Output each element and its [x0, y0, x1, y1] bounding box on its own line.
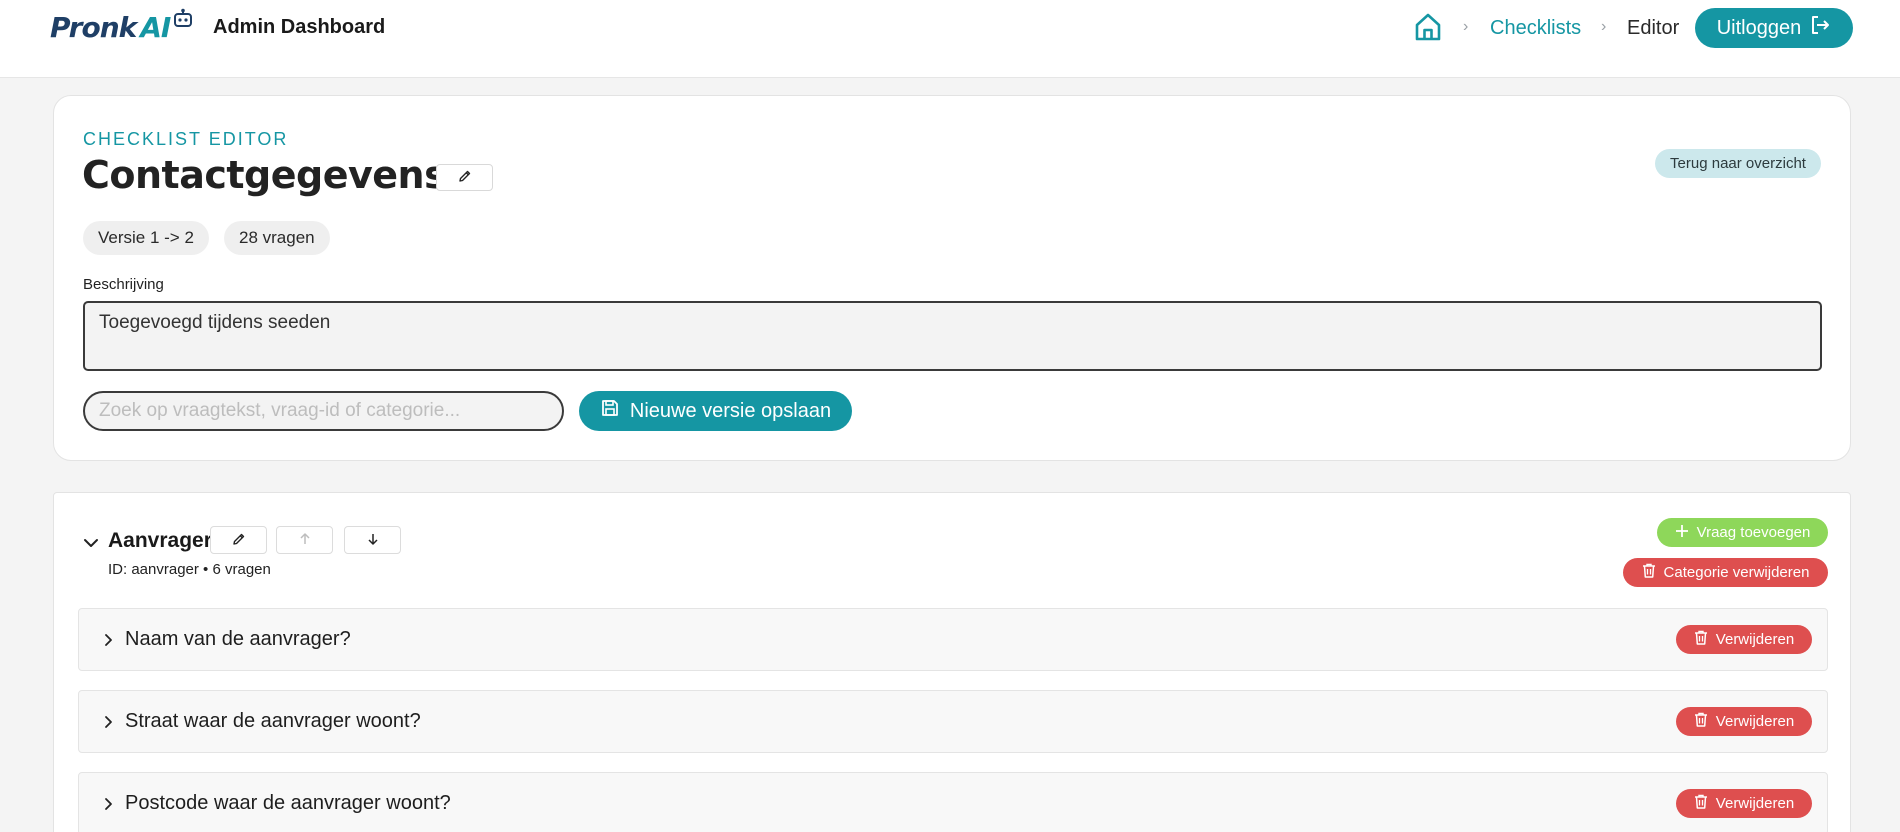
edit-title-button[interactable] — [436, 164, 493, 191]
delete-question-label: Verwijderen — [1715, 631, 1795, 648]
question-text: Postcode waar de aanvrager woont? — [125, 792, 451, 814]
chevron-right-icon[interactable] — [99, 795, 117, 813]
move-category-down-button[interactable] — [344, 526, 401, 554]
delete-question-button[interactable]: Verwijderen — [1676, 707, 1812, 736]
category-meta: ID: aanvrager • 6 vragen — [108, 561, 271, 578]
version-chip: Versie 1 -> 2 — [83, 221, 209, 255]
logout-icon — [1809, 14, 1831, 42]
question-text: Straat waar de aanvrager woont? — [125, 710, 421, 732]
pronk-ai-logo[interactable]: Pronk AI — [50, 8, 194, 48]
save-button-label: Nieuwe versie opslaan — [629, 399, 832, 422]
description-label: Beschrijving — [83, 276, 164, 293]
category-title: Aanvrager — [108, 529, 212, 552]
save-icon — [600, 398, 620, 424]
checklist-editor-card: CHECKLIST EDITOR Contactgegevens Terug n… — [53, 95, 1851, 461]
save-new-version-button[interactable]: Nieuwe versie opslaan — [579, 391, 852, 431]
breadcrumb-separator: › — [1601, 18, 1607, 35]
chevron-down-icon[interactable] — [81, 533, 101, 553]
top-navigation-bar: Pronk AI Admin Dashboard › Checklists › E… — [0, 0, 1900, 78]
logout-button[interactable]: Uitloggen — [1695, 8, 1853, 48]
breadcrumb-separator: › — [1463, 18, 1469, 35]
robot-icon — [172, 8, 194, 35]
move-category-up-button[interactable] — [276, 526, 333, 554]
pencil-icon — [232, 532, 246, 549]
add-question-button[interactable]: Vraag toevoegen — [1657, 518, 1828, 547]
delete-question-label: Verwijderen — [1715, 713, 1795, 730]
breadcrumb-checklists-link[interactable]: Checklists — [1490, 17, 1581, 40]
question-row[interactable]: Straat waar de aanvrager woont? Verwijde… — [78, 690, 1828, 753]
delete-question-button[interactable]: Verwijderen — [1676, 625, 1812, 654]
delete-category-button[interactable]: Categorie verwijderen — [1623, 558, 1828, 587]
trash-icon — [1694, 794, 1708, 813]
search-input[interactable] — [83, 391, 564, 431]
breadcrumb-current-editor: Editor — [1627, 17, 1680, 39]
chevron-right-icon[interactable] — [99, 713, 117, 731]
delete-question-button[interactable]: Verwijderen — [1676, 789, 1812, 818]
logout-button-label: Uitloggen — [1716, 16, 1802, 39]
logo-wordmark: Pronk AI — [50, 11, 171, 44]
description-textarea[interactable]: Toegevoegd tijdens seeden — [83, 301, 1822, 371]
home-icon[interactable] — [1414, 12, 1442, 42]
trash-icon — [1694, 712, 1708, 731]
section-eyebrow: CHECKLIST EDITOR — [83, 129, 289, 149]
trash-icon — [1642, 563, 1656, 582]
app-title: Admin Dashboard — [213, 16, 386, 38]
arrow-down-icon — [366, 532, 380, 549]
arrow-up-icon — [298, 532, 312, 549]
add-question-label: Vraag toevoegen — [1696, 524, 1811, 541]
category-card: Aanvrager ID: aanvrager • 6 vragen Vraag… — [53, 492, 1851, 832]
trash-icon — [1694, 630, 1708, 649]
question-text: Naam van de aanvrager? — [125, 628, 351, 650]
question-row[interactable]: Postcode waar de aanvrager woont? Verwij… — [78, 772, 1828, 832]
plus-icon — [1675, 524, 1689, 542]
question-count-chip: 28 vragen — [224, 221, 330, 255]
pencil-icon — [458, 169, 472, 186]
delete-category-label: Categorie verwijderen — [1663, 564, 1810, 581]
chevron-right-icon[interactable] — [99, 631, 117, 649]
page-title: Contactgegevens — [82, 153, 447, 197]
question-row[interactable]: Naam van de aanvrager? Verwijderen — [78, 608, 1828, 671]
edit-category-button[interactable] — [210, 526, 267, 554]
back-to-overview-button[interactable]: Terug naar overzicht — [1655, 149, 1821, 178]
delete-question-label: Verwijderen — [1715, 795, 1795, 812]
